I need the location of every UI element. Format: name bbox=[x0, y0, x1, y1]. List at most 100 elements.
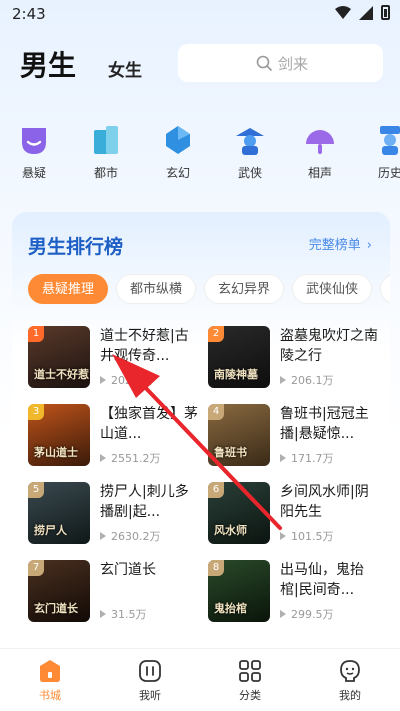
book-plays: 2630.2万 bbox=[100, 528, 161, 544]
book-item[interactable]: 6 风水师 乡间风水师|阴阳先生 101.5万 bbox=[208, 482, 378, 544]
book-title: 捞尸人|刺儿多播剧|起... bbox=[100, 484, 189, 520]
play-count: 206.1万 bbox=[291, 374, 334, 387]
mask-icon bbox=[22, 128, 46, 154]
cover-title: 鬼抬棺 bbox=[214, 602, 247, 615]
full-ranking-label: 完整榜单 bbox=[308, 238, 361, 253]
cover-title: 鲁班书 bbox=[214, 446, 247, 459]
nav-label: 我听 bbox=[139, 689, 161, 702]
book-item[interactable]: 7 玄门道长 玄门道长 31.5万 bbox=[28, 560, 198, 622]
book-item[interactable]: 4 鲁班书 鲁班书|冠冠主播|悬疑惊... 171.7万 bbox=[208, 404, 378, 466]
category-label: 都市 bbox=[93, 166, 118, 180]
status-icons bbox=[335, 5, 390, 20]
grid-icon bbox=[239, 660, 261, 682]
rank-badge: 5 bbox=[28, 482, 44, 498]
play-count: 171.7万 bbox=[291, 452, 334, 465]
book-cover: 5 捞尸人 bbox=[28, 482, 90, 544]
rank-badge: 2 bbox=[208, 326, 224, 342]
cover-title: 茅山道士 bbox=[34, 446, 78, 459]
tab-history[interactable]: 历 bbox=[380, 274, 390, 304]
nav-category[interactable]: 分类 bbox=[220, 659, 280, 703]
building-icon bbox=[94, 126, 118, 154]
bookstore-icon bbox=[40, 660, 60, 682]
search-box[interactable]: 剑来 bbox=[178, 44, 383, 82]
cover-title: 捞尸人 bbox=[34, 524, 67, 537]
nav-profile[interactable]: 我的 bbox=[320, 659, 380, 703]
book-item[interactable]: 8 鬼抬棺 出马仙，鬼抬棺|民间奇... 299.5万 bbox=[208, 560, 378, 622]
book-cover: 2 南陵神墓 bbox=[208, 326, 270, 388]
book-title: 道士不好惹|古井观传奇... bbox=[100, 328, 189, 364]
book-item[interactable]: 1 道士不好惹 道士不好惹|古井观传奇... 202.8万 bbox=[28, 326, 198, 388]
book-plays: 101.5万 bbox=[280, 528, 334, 544]
category-history[interactable]: 历史 bbox=[360, 120, 400, 181]
signal-icon bbox=[359, 5, 373, 20]
status-time: 2:43 bbox=[12, 5, 46, 23]
nav-bookstore[interactable]: 书城 bbox=[20, 659, 80, 703]
book-cover: 4 鲁班书 bbox=[208, 404, 270, 466]
cover-title: 道士不好惹 bbox=[34, 368, 89, 381]
scholar-icon bbox=[380, 126, 400, 155]
book-title: 玄门道长 bbox=[100, 562, 156, 578]
tab-urban[interactable]: 都市纵横 bbox=[116, 274, 197, 304]
play-count: 101.5万 bbox=[291, 530, 334, 543]
nav-label: 分类 bbox=[239, 689, 261, 702]
book-item[interactable]: 2 南陵神墓 盗墓鬼吹灯之南陵之行 206.1万 bbox=[208, 326, 378, 388]
bottom-nav: 书城 我听 分类 我的 bbox=[0, 648, 400, 711]
play-icon bbox=[100, 610, 106, 618]
category-urban[interactable]: 都市 bbox=[76, 120, 136, 181]
tab-female[interactable]: 女生 bbox=[108, 56, 142, 81]
rank-badge: 7 bbox=[28, 560, 44, 576]
book-title: 出马仙，鬼抬棺|民间奇... bbox=[280, 562, 364, 598]
nav-label: 书城 bbox=[39, 689, 61, 702]
fan-icon bbox=[306, 130, 334, 154]
play-icon bbox=[280, 376, 286, 384]
nav-label: 我的 bbox=[339, 689, 361, 702]
play-count: 31.5万 bbox=[111, 608, 147, 621]
play-icon bbox=[100, 376, 106, 384]
tab-suspense[interactable]: 悬疑推理 bbox=[28, 274, 109, 304]
play-icon bbox=[100, 454, 106, 462]
play-count: 2630.2万 bbox=[111, 530, 161, 543]
book-plays: 206.1万 bbox=[280, 372, 334, 388]
category-row: 悬疑 都市 玄幻 武侠 相声 历史 bbox=[0, 120, 400, 190]
play-count: 202.8万 bbox=[111, 374, 154, 387]
book-plays: 2551.2万 bbox=[100, 450, 161, 466]
category-label: 玄幻 bbox=[165, 166, 190, 180]
tab-fantasy[interactable]: 玄幻异界 bbox=[204, 274, 285, 304]
rank-badge: 4 bbox=[208, 404, 224, 420]
book-title: 盗墓鬼吹灯之南陵之行 bbox=[280, 328, 378, 364]
book-title: 【独家首发】茅山道... bbox=[100, 406, 198, 442]
play-count: 299.5万 bbox=[291, 608, 334, 621]
book-item[interactable]: 5 捞尸人 捞尸人|刺儿多播剧|起... 2630.2万 bbox=[28, 482, 198, 544]
rank-badge: 3 bbox=[28, 404, 44, 420]
listen-icon bbox=[139, 660, 161, 682]
category-label: 武侠 bbox=[237, 166, 262, 180]
category-wuxia[interactable]: 武侠 bbox=[220, 120, 280, 181]
tab-male[interactable]: 男生 bbox=[20, 44, 76, 84]
nav-listen[interactable]: 我听 bbox=[120, 659, 180, 703]
book-cover: 7 玄门道长 bbox=[28, 560, 90, 622]
full-ranking-link[interactable]: 完整榜单 › bbox=[309, 234, 372, 253]
book-plays: 171.7万 bbox=[280, 450, 334, 466]
wifi-icon bbox=[335, 5, 351, 19]
category-label: 相声 bbox=[307, 166, 332, 180]
search-placeholder: 剑来 bbox=[278, 54, 309, 73]
category-suspense[interactable]: 悬疑 bbox=[4, 120, 64, 181]
book-item[interactable]: 3 茅山道士 【独家首发】茅山道... 2551.2万 bbox=[28, 404, 198, 466]
category-crosstalk[interactable]: 相声 bbox=[290, 120, 350, 181]
rank-badge: 8 bbox=[208, 560, 224, 576]
book-title: 鲁班书|冠冠主播|悬疑惊... bbox=[280, 406, 369, 442]
cover-title: 南陵神墓 bbox=[214, 368, 258, 381]
search-icon bbox=[256, 55, 272, 71]
ranking-title: 男生排行榜 bbox=[28, 236, 124, 258]
play-count: 2551.2万 bbox=[111, 452, 161, 465]
cover-title: 玄门道长 bbox=[34, 602, 78, 615]
cover-title: 风水师 bbox=[214, 524, 247, 537]
play-icon bbox=[100, 532, 106, 540]
category-fantasy[interactable]: 玄幻 bbox=[148, 120, 208, 181]
swordsman-icon bbox=[236, 128, 264, 155]
tab-wuxia[interactable]: 武侠仙侠 bbox=[292, 274, 373, 304]
book-plays: 299.5万 bbox=[280, 606, 334, 622]
category-label: 悬疑 bbox=[21, 166, 46, 180]
book-plays: 202.8万 bbox=[100, 372, 154, 388]
crystal-icon bbox=[166, 126, 190, 154]
